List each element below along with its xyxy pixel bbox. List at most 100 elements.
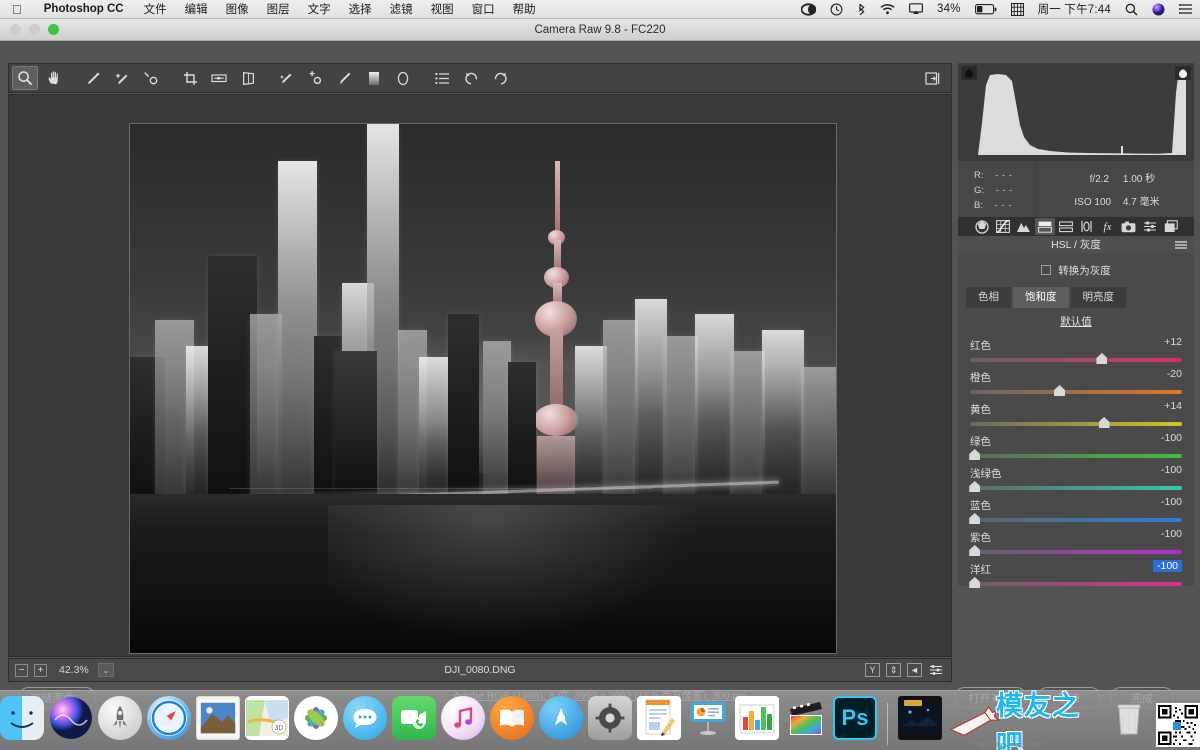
subtab-hue[interactable]: 色相 <box>966 287 1011 308</box>
dock-item-ibooks[interactable] <box>490 696 534 747</box>
convert-to-grayscale-checkbox[interactable] <box>1041 265 1052 275</box>
zoom-tool[interactable] <box>12 66 38 90</box>
subtab-saturation[interactable]: 饱和度 <box>1013 287 1069 308</box>
straighten-tool[interactable] <box>206 66 232 90</box>
dock-item-photos[interactable] <box>294 696 338 747</box>
adjustment-brush-tool[interactable] <box>332 66 358 90</box>
dock-item-pages[interactable] <box>637 696 681 747</box>
slider-thumb[interactable] <box>1098 417 1110 428</box>
bluetooth-icon[interactable] <box>850 3 873 16</box>
highlight-clipping-warning[interactable] <box>1175 66 1191 80</box>
window-title-bar[interactable]: Camera Raw 9.8 - FC220 <box>0 19 1200 41</box>
photos-icon[interactable] <box>294 696 338 740</box>
slider-value[interactable]: +12 <box>1164 336 1182 348</box>
menu-item-window[interactable]: 窗口 <box>463 1 504 17</box>
slider-track[interactable] <box>970 385 1182 396</box>
menu-item-type[interactable]: 文字 <box>299 1 340 17</box>
slider-value[interactable]: +14 <box>1164 400 1182 412</box>
finder-icon[interactable] <box>0 696 44 740</box>
keynote-icon[interactable] <box>686 696 730 740</box>
numbers-icon[interactable] <box>735 696 779 740</box>
wifi-icon[interactable] <box>873 3 902 15</box>
siri-icon[interactable] <box>49 696 93 740</box>
menu-item-help[interactable]: 帮助 <box>504 1 545 17</box>
menu-item-layer[interactable]: 图层 <box>258 1 299 17</box>
airplay-icon[interactable] <box>902 3 930 15</box>
hand-tool[interactable] <box>41 66 67 90</box>
battery-icon[interactable] <box>968 3 1004 15</box>
maps-icon[interactable]: 3D <box>245 696 289 740</box>
targeted-adjustment-tool[interactable] <box>138 66 164 90</box>
color-sampler-tool[interactable] <box>109 66 135 90</box>
tab-basic[interactable] <box>972 218 992 235</box>
tab-snapshots[interactable] <box>1161 218 1181 235</box>
dock-item-system-preferences[interactable] <box>588 696 632 747</box>
transform-tool[interactable] <box>235 66 261 90</box>
minimize-button[interactable] <box>29 24 40 35</box>
time-machine-icon[interactable] <box>823 3 850 16</box>
slider-thumb[interactable] <box>969 545 981 556</box>
messages-icon[interactable] <box>343 696 387 740</box>
rotate-cw-tool[interactable] <box>487 66 513 90</box>
slider-blue[interactable]: 蓝色 -100 <box>969 496 1182 524</box>
close-button[interactable] <box>10 24 21 35</box>
trash-icon[interactable] <box>1107 696 1151 740</box>
dock-item-numbers[interactable] <box>735 696 779 747</box>
spot-removal-tool[interactable] <box>274 66 300 90</box>
facetime-icon[interactable] <box>392 696 436 740</box>
photoshop-icon[interactable]: Ps <box>833 696 877 740</box>
slider-purple[interactable]: 紫色 -100 <box>969 528 1182 556</box>
apple-menu-icon[interactable]:  <box>0 3 33 16</box>
mail-icon[interactable] <box>196 696 240 740</box>
tab-tone-curve[interactable] <box>993 218 1013 235</box>
slider-thumb[interactable] <box>1096 353 1108 364</box>
slider-track[interactable] <box>969 481 1182 492</box>
tab-effects[interactable]: fx <box>1098 218 1118 235</box>
dock-item-facetime[interactable] <box>392 696 436 747</box>
graduated-filter-tool[interactable] <box>361 66 387 90</box>
tab-camera-calibration[interactable] <box>1119 218 1139 235</box>
maximize-button[interactable] <box>48 24 59 35</box>
image-canvas-area[interactable] <box>8 94 952 657</box>
dock-item-keynote[interactable] <box>686 696 730 747</box>
menu-app-name[interactable]: Photoshop CC <box>33 3 135 15</box>
dock-item-final-cut-pro[interactable] <box>784 696 828 747</box>
menu-item-select[interactable]: 选择 <box>340 1 381 17</box>
menu-item-filter[interactable]: 滤镜 <box>381 1 422 17</box>
red-eye-removal-tool[interactable] <box>303 66 329 90</box>
folder-stack-icon[interactable] <box>897 696 942 740</box>
slider-magenta[interactable]: 洋红 -100 <box>969 560 1182 588</box>
system-preferences-icon[interactable] <box>588 696 632 740</box>
slider-value[interactable]: -100 <box>1161 464 1182 476</box>
dock-item-maps[interactable]: 3D <box>245 696 289 747</box>
panel-menu-icon[interactable] <box>1175 241 1187 249</box>
radial-filter-tool[interactable] <box>390 66 416 90</box>
white-balance-tool[interactable] <box>80 66 106 90</box>
rotate-ccw-tool[interactable] <box>458 66 484 90</box>
dock-item-launchpad[interactable] <box>98 696 142 747</box>
defaults-link[interactable]: 默认值 <box>1060 314 1092 329</box>
slider-value[interactable]: -100 <box>1161 496 1182 508</box>
creative-cloud-icon[interactable] <box>794 2 823 16</box>
convert-to-grayscale-row[interactable]: 转换为灰度 <box>958 253 1194 287</box>
slider-thumb[interactable] <box>969 449 981 460</box>
launchpad-icon[interactable] <box>98 696 142 740</box>
safari-icon[interactable] <box>147 696 191 740</box>
toggle-filmstrip-button[interactable] <box>920 66 946 90</box>
dock-item-siri[interactable] <box>49 696 93 747</box>
slider-green[interactable]: 绿色 -100 <box>969 432 1182 460</box>
itunes-icon[interactable] <box>441 696 485 740</box>
slider-track[interactable] <box>969 513 1182 524</box>
pages-icon[interactable] <box>637 696 681 740</box>
slider-value[interactable]: -100 <box>1161 432 1182 444</box>
menu-item-file[interactable]: 文件 <box>135 1 176 17</box>
tab-split-toning[interactable] <box>1056 218 1076 235</box>
final-cut-pro-icon[interactable] <box>784 696 828 740</box>
slider-thumb[interactable] <box>969 513 981 524</box>
slider-red[interactable]: 红色 +12 <box>970 336 1182 364</box>
dock-item-trash[interactable] <box>1107 696 1151 747</box>
window-controls[interactable] <box>0 24 59 35</box>
dock-item-itunes[interactable] <box>441 696 485 747</box>
menu-item-image[interactable]: 图像 <box>217 1 258 17</box>
preferences-tool[interactable] <box>429 66 455 90</box>
